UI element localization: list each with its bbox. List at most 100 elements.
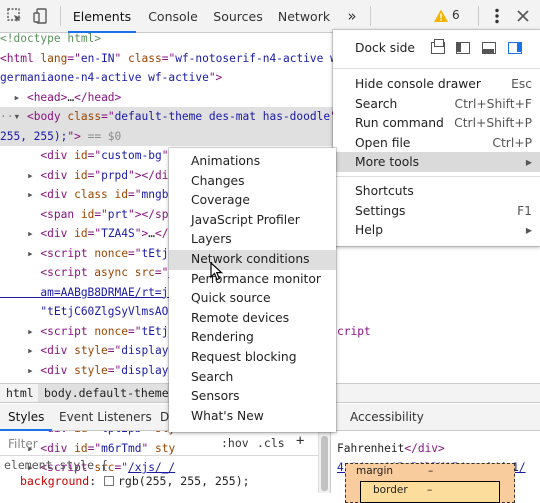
menu-item-open-file[interactable]: Open file Ctrl+P [333, 133, 540, 153]
tab-accessibility[interactable]: Accessibility [350, 404, 424, 431]
dom-token: <script [40, 324, 95, 338]
dom-token: ▸ [0, 90, 27, 104]
new-style-rule-button[interactable]: + [296, 433, 304, 449]
menu-item-hide-console-drawer[interactable]: Hide console drawer Esc [333, 74, 540, 94]
toolbar-divider [478, 6, 479, 26]
dom-token: =" [161, 51, 176, 65]
menu-item-help[interactable]: Help ▸ [333, 220, 540, 240]
dom-token: =" [107, 363, 122, 377]
dom-token: =" [128, 246, 142, 260]
style-property-name[interactable]: background [20, 474, 89, 488]
warning-icon[interactable] [433, 8, 451, 26]
more-tools-item-remote-devices[interactable]: Remote devices [169, 309, 336, 329]
menu-item-label: More tools [355, 155, 420, 170]
dock-side-text: Dock side [355, 41, 415, 55]
dock-right-icon[interactable] [508, 42, 522, 54]
style-property[interactable]: background: ▸ [20, 474, 110, 488]
dom-token: style [74, 344, 108, 357]
dom-token: ▸ [0, 344, 41, 357]
dom-token: "> [134, 227, 149, 240]
dock-left-icon[interactable] [456, 42, 470, 54]
menu-item-label: Search [355, 96, 398, 111]
more-tools-item-quick-source[interactable]: Quick source [169, 289, 336, 309]
more-tools-item-rendering[interactable]: Rendering [169, 328, 336, 348]
dom-token: custom-bg [101, 149, 162, 162]
more-tools-item-request-blocking[interactable]: Request blocking [169, 348, 336, 368]
dom-token: <div [40, 227, 75, 240]
dom-token: ▸ [0, 188, 41, 201]
close-icon[interactable] [514, 7, 532, 25]
dom-token: 255, 255); [0, 129, 68, 143]
more-tools-item-performance-monitor[interactable]: Performance monitor [169, 270, 336, 290]
menu-item-search[interactable]: Search Ctrl+Shift+F [333, 94, 540, 114]
dom-token: <head> [26, 90, 68, 104]
menu-item-run-command[interactable]: Run command Ctrl+Shift+P [333, 113, 540, 133]
mouse-pointer-icon [210, 262, 224, 281]
dom-token: async src [94, 266, 155, 279]
dom-token: id [74, 149, 88, 162]
box-model-margin[interactable]: margin – border – [345, 463, 515, 503]
menu-item-label: Settings [355, 203, 406, 218]
color-swatch[interactable] [104, 476, 114, 486]
device-toolbar-icon[interactable] [32, 7, 50, 25]
menu-item-shortcut: F1 [517, 203, 532, 218]
menu-item-settings[interactable]: Settings F1 [333, 201, 540, 221]
dock-bottom-icon[interactable] [482, 42, 496, 54]
more-tools-item-animations[interactable]: Animations [169, 152, 336, 172]
tab-styles[interactable]: Styles [0, 404, 53, 431]
more-tools-item-network-conditions[interactable]: Network conditions [169, 250, 336, 270]
dom-token: class id [74, 188, 128, 201]
more-tools-item-layers[interactable]: Layers [169, 230, 336, 250]
menu-item-more-tools[interactable]: More tools ▸ [333, 152, 540, 173]
dom-token: <div [40, 168, 75, 182]
dom-token: </head> [74, 90, 122, 104]
more-tools-item-what-s-new[interactable]: What's New [169, 407, 336, 427]
dom-token: cript [337, 324, 371, 338]
dom-token: class [67, 110, 102, 123]
menu-item-label: Run command [355, 116, 444, 131]
kebab-menu-icon[interactable] [488, 7, 506, 25]
more-tools-item-sensors[interactable]: Sensors [169, 387, 336, 407]
hover-state-button[interactable]: :hov [221, 436, 249, 450]
margin-value: – [428, 465, 434, 477]
dom-token: style [74, 363, 108, 377]
scrollbar-thumb[interactable] [321, 436, 328, 491]
dom-token: <div [40, 344, 75, 357]
more-tools-item-javascript-profiler[interactable]: JavaScript Profiler [169, 211, 336, 231]
menu-separator [333, 68, 540, 69]
dom-token: ▸ [0, 363, 41, 377]
warning-count[interactable]: 6 [452, 8, 460, 22]
styles-scrollbar[interactable] [318, 432, 330, 493]
dom-token: <div [0, 149, 75, 162]
toolbar-divider [60, 6, 61, 26]
dom-token: <!doctype html> [0, 32, 102, 45]
styles-filter-bar: :hov .cls + [0, 432, 330, 456]
more-tools-item-coverage[interactable]: Coverage [169, 191, 336, 211]
dom-token: =" [107, 344, 122, 357]
dom-token: =" [87, 227, 102, 240]
dom-token: id [80, 207, 95, 221]
dom-token: =" [87, 149, 102, 162]
class-toggle-button[interactable]: .cls [257, 436, 285, 450]
more-tools-item-search[interactable]: Search [169, 368, 336, 388]
dom-token: default-theme des-mat has-doodle [114, 110, 331, 123]
style-value[interactable]: rgb(255, 255, 255); [118, 474, 250, 488]
more-tools-item-changes[interactable]: Changes [169, 172, 336, 192]
dom-token: =" [154, 266, 169, 279]
dom-token: nonce [94, 246, 128, 260]
dom-token: =" [128, 188, 142, 201]
filter-input[interactable] [6, 435, 206, 453]
menu-item-label: Help [355, 223, 384, 238]
dom-token: en-IN [80, 51, 115, 65]
dom-token: <html [0, 51, 41, 65]
dom-token: <script [0, 266, 95, 279]
dom-token: id [74, 168, 88, 182]
undock-icon[interactable] [431, 39, 445, 54]
inspect-element-icon[interactable] [6, 7, 24, 25]
box-model-border[interactable]: border – [360, 481, 500, 503]
breadcrumb-html[interactable]: html [6, 384, 34, 402]
dom-token: ▸ [0, 324, 41, 338]
menu-item-shortcuts[interactable]: Shortcuts [333, 181, 540, 201]
tab-event-listeners[interactable]: Event Listeners [59, 404, 152, 431]
tab-dom-breakpoints[interactable]: D [160, 404, 169, 431]
